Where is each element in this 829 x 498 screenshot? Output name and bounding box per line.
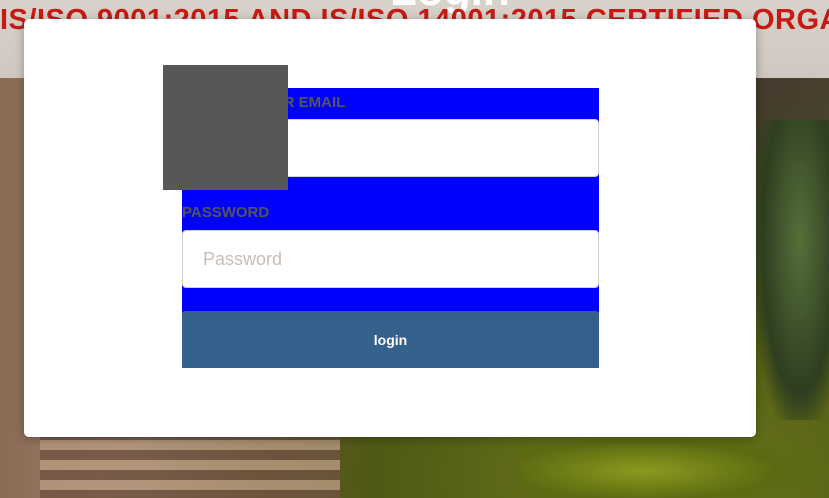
tree-image	[756, 120, 829, 420]
login-button[interactable]: login	[182, 311, 599, 368]
password-label: PASSWORD	[182, 204, 270, 221]
avatar	[163, 65, 288, 190]
shrubs-image	[520, 430, 829, 498]
login-modal: USERNAME OR EMAIL PASSWORD login	[24, 19, 756, 437]
password-field[interactable]	[182, 230, 599, 288]
